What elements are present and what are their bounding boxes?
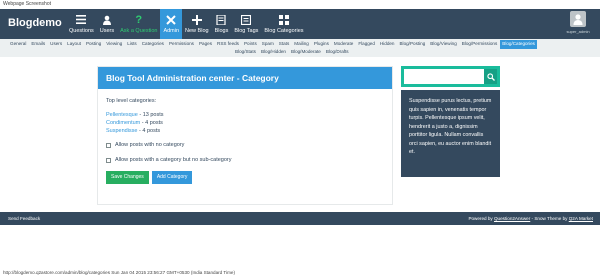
- admin-subnav: General Emails Users Layout Posting Viewing Li…: [0, 39, 600, 57]
- allow-no-subcategory-row: Allow posts with a category but no sub-c…: [106, 156, 384, 164]
- category-link[interactable]: Pellentesque: [106, 112, 138, 118]
- blogs-icon: [216, 14, 227, 25]
- search-input[interactable]: [404, 69, 484, 84]
- theme-text: Snow Theme by: [534, 216, 569, 221]
- nav-admin[interactable]: Admin: [160, 9, 183, 39]
- category-count: - 4 posts: [137, 128, 161, 134]
- send-feedback-link[interactable]: Send Feedback: [8, 212, 40, 225]
- search-icon: [486, 72, 495, 81]
- nav-ask-label: Ask a Question: [120, 27, 158, 34]
- search-bar: [401, 66, 500, 87]
- subnav-item-hidden[interactable]: Hidden: [378, 40, 397, 49]
- subnav-item-blog-categories[interactable]: Blog/Categories: [500, 40, 537, 49]
- username[interactable]: super_admin: [566, 29, 589, 34]
- nav-blog-categories[interactable]: Blog Categories: [261, 9, 306, 39]
- save-changes-button[interactable]: Save Changes: [106, 171, 149, 184]
- nav-users-label: Users: [99, 27, 115, 34]
- new-blog-icon: [191, 14, 202, 25]
- tags-icon: [241, 14, 252, 25]
- subnav-row-2: Blog/Stats Blog/Hidden Blog/Moderate Blog/D…: [233, 48, 352, 57]
- powered-by-text: Powered by: [468, 216, 494, 221]
- category-item: Condimentum - 4 posts: [106, 119, 384, 127]
- browser-status-url: http://blogdemo.q2astore.com/admin/blog/…: [3, 270, 235, 275]
- allow-no-category-label[interactable]: Allow posts with no category: [115, 141, 184, 149]
- main-nav: Questions Users ? Ask a Question Admin N…: [66, 9, 307, 39]
- subnav-item-posting[interactable]: Posting: [84, 40, 103, 49]
- subnav-item-blog-viewing[interactable]: Blog/Viewing: [428, 40, 458, 49]
- panel-body: Top level categories: Pellentesque - 13 …: [98, 89, 392, 184]
- site-header: Blogdemo Questions Users ? Ask a Questio…: [0, 9, 600, 39]
- subnav-item-emails[interactable]: Emails: [29, 40, 47, 49]
- nav-new-blog-label: New Blog: [185, 27, 209, 34]
- q2a-market-link[interactable]: Q2A Market: [569, 216, 593, 221]
- nav-questions[interactable]: Questions: [66, 9, 97, 39]
- nav-users[interactable]: Users: [97, 9, 117, 39]
- nav-blogs[interactable]: Blogs: [212, 9, 232, 39]
- button-row: Save Changes Add Category: [106, 171, 384, 184]
- nav-questions-label: Questions: [69, 27, 94, 34]
- search-button[interactable]: [484, 69, 497, 84]
- nav-new-blog[interactable]: New Blog: [182, 9, 212, 39]
- question2answer-link[interactable]: Question2Answer: [494, 216, 530, 221]
- categories-icon: [278, 14, 289, 25]
- nav-blogs-label: Blogs: [214, 27, 229, 34]
- subnav-item-blog-drafts[interactable]: Blog/Drafts: [324, 48, 351, 57]
- subnav-item-general[interactable]: General: [8, 40, 28, 49]
- subnav-item-viewing[interactable]: Viewing: [104, 40, 124, 49]
- allow-no-subcategory-checkbox[interactable]: [106, 157, 111, 163]
- subnav-item-permissions[interactable]: Permissions: [167, 40, 196, 49]
- avatar[interactable]: [570, 11, 586, 27]
- category-item: Suspendisse - 4 posts: [106, 127, 384, 135]
- footer-credits: Powered by Question2Answer - Snow Theme …: [468, 212, 593, 225]
- user-menu[interactable]: super_admin: [565, 11, 591, 37]
- subnav-item-categories[interactable]: Categories: [140, 40, 166, 49]
- subnav-item-blog-posting[interactable]: Blog/Posting: [397, 40, 427, 49]
- site-footer: Send Feedback Powered by Question2Answer…: [0, 212, 600, 225]
- subnav-item-blog-permissions[interactable]: Blog/Permissions: [460, 40, 500, 49]
- subnav-item-pages[interactable]: Pages: [197, 40, 214, 49]
- tools-icon: [166, 14, 176, 25]
- allow-no-subcategory-label[interactable]: Allow posts with a category but no sub-c…: [115, 156, 231, 164]
- nav-blog-categories-label: Blog Categories: [264, 27, 304, 34]
- subnav-item-blog-moderate[interactable]: Blog/Moderate: [289, 48, 323, 57]
- nav-blog-tags[interactable]: Blog Tags: [231, 9, 261, 39]
- screenshot-caption: Webpage Screenshot: [3, 1, 51, 7]
- subnav-item-layout[interactable]: Layout: [65, 40, 83, 49]
- nav-blog-tags-label: Blog Tags: [234, 27, 259, 34]
- allow-no-category-checkbox[interactable]: [106, 142, 111, 148]
- subnav-item-blog-stats[interactable]: Blog/Stats: [233, 48, 258, 57]
- subnav-item-lists[interactable]: Lists: [125, 40, 138, 49]
- subnav-item-users[interactable]: Users: [48, 40, 64, 49]
- category-link[interactable]: Suspendisse: [106, 128, 138, 134]
- allow-no-category-row: Allow posts with no category: [106, 141, 384, 149]
- sidebar-text-widget: Suspendisse purus lectus, pretium quis s…: [401, 90, 500, 177]
- page-title: Blog Tool Administration center - Catego…: [98, 67, 392, 89]
- category-count: - 4 posts: [140, 120, 163, 126]
- user-icon: [573, 14, 583, 25]
- users-icon: [102, 15, 112, 25]
- admin-panel: Blog Tool Administration center - Catego…: [97, 66, 393, 205]
- site-logo[interactable]: Blogdemo: [8, 17, 62, 29]
- nav-admin-label: Admin: [163, 27, 180, 34]
- subnav-item-blog-hidden[interactable]: Blog/Hidden: [259, 48, 288, 57]
- subnav-item-flagged[interactable]: Flagged: [356, 40, 377, 49]
- question-icon: ?: [135, 13, 143, 26]
- add-category-button[interactable]: Add Category: [151, 171, 193, 184]
- category-link[interactable]: Condimentum: [106, 120, 140, 126]
- list-icon: [76, 15, 87, 25]
- top-level-label: Top level categories:: [106, 98, 157, 104]
- category-item: Pellentesque - 13 posts: [106, 111, 384, 119]
- category-count: - 13 posts: [137, 112, 164, 118]
- nav-ask-question[interactable]: ? Ask a Question: [117, 9, 160, 39]
